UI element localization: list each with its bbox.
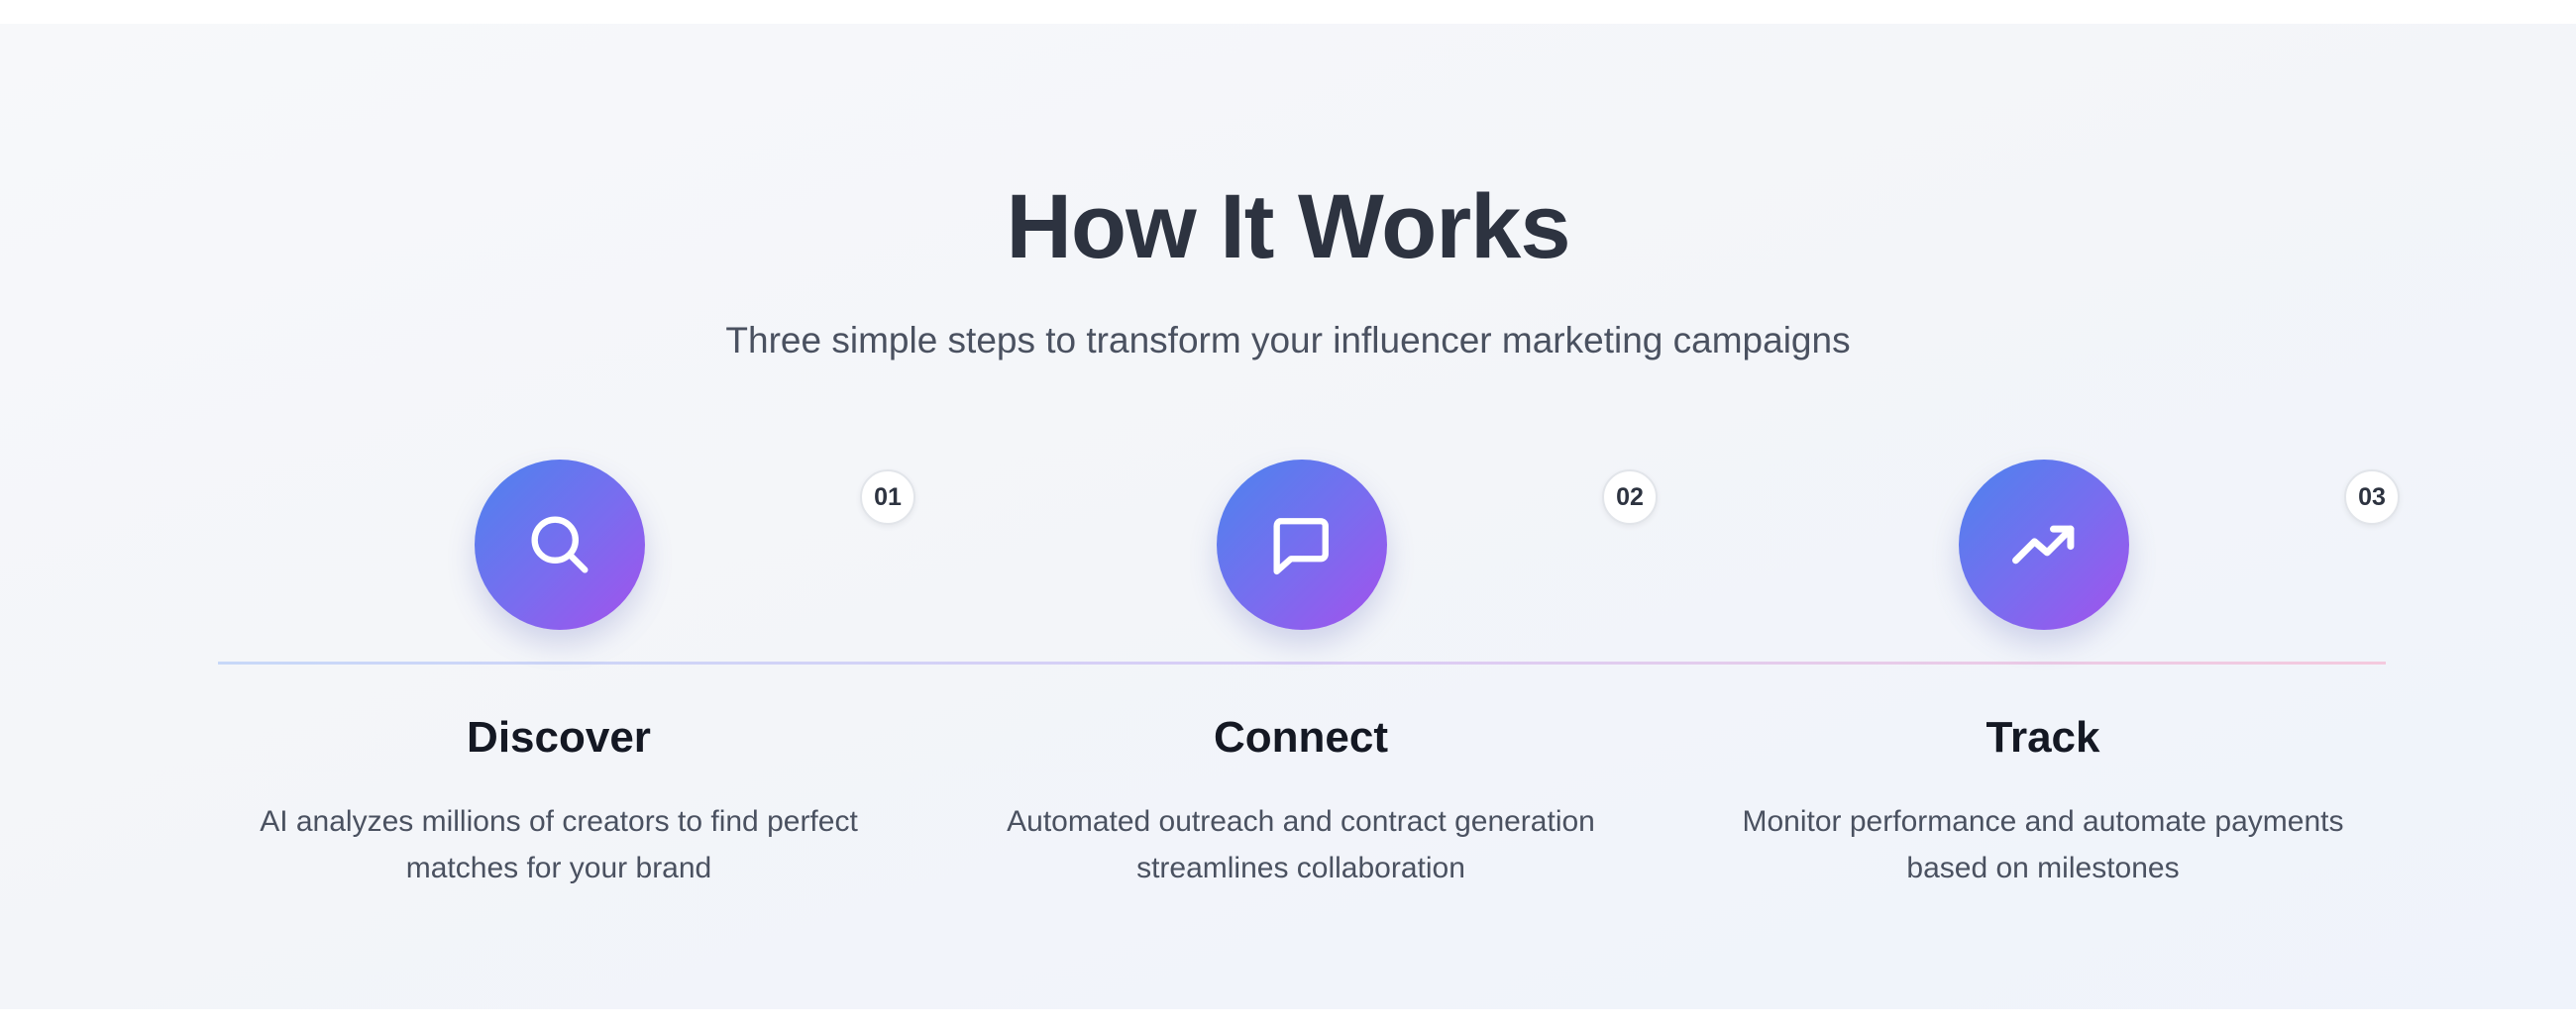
step-title: Track [1986, 713, 2100, 762]
trending-up-icon [2012, 525, 2075, 565]
how-it-works-section: How It Works Three simple steps to trans… [0, 24, 2576, 1009]
step-description: Monitor performance and automate payment… [1742, 805, 2344, 884]
section-subtitle: Three simple steps to transform your inf… [725, 320, 1851, 360]
step-card-track: 03 Track Monitor performance and automat… [1672, 460, 2414, 915]
search-icon [531, 516, 589, 573]
step-icon-circle [1959, 460, 2129, 630]
step-icon-circle [1217, 460, 1387, 630]
chat-bubble-icon [1273, 518, 1329, 575]
step-card-discover: 01 Discover AI analyzes millions of crea… [188, 460, 929, 915]
step-description: Automated outreach and contract generati… [1007, 805, 1595, 884]
step-number-badge: 02 [1602, 469, 1658, 525]
step-description: AI analyzes millions of creators to find… [260, 805, 858, 884]
step-card-connect: 02 Connect Automated outreach and contra… [930, 460, 1671, 915]
step-title: Connect [1214, 713, 1388, 762]
section-title: How It Works [1006, 176, 1570, 277]
step-title: Discover [467, 713, 651, 762]
step-icon-circle [475, 460, 645, 630]
step-number-badge: 01 [860, 469, 915, 525]
step-number-badge: 03 [2344, 469, 2400, 525]
